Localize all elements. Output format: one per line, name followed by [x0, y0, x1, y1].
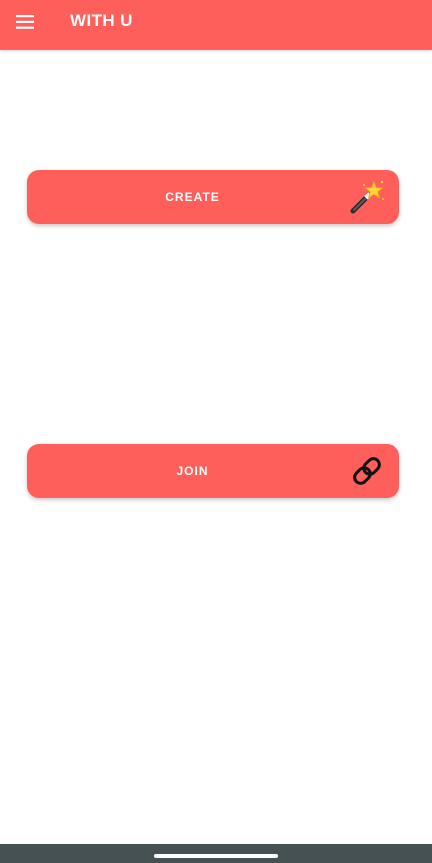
hamburger-menu-icon[interactable]	[10, 8, 40, 36]
create-button-label: CREATE	[165, 190, 220, 204]
main-content: CREATE JOIN	[0, 50, 432, 844]
home-gesture-handle[interactable]	[154, 854, 278, 858]
app-title: WITH U	[70, 11, 133, 30]
system-navigation-bar	[0, 844, 432, 863]
link-icon	[349, 453, 385, 489]
join-button[interactable]: JOIN	[27, 444, 399, 498]
create-button[interactable]: CREATE	[27, 170, 399, 224]
magic-wand-icon	[349, 179, 385, 215]
join-button-label: JOIN	[176, 464, 209, 478]
app-bar: WITH U	[0, 0, 432, 50]
